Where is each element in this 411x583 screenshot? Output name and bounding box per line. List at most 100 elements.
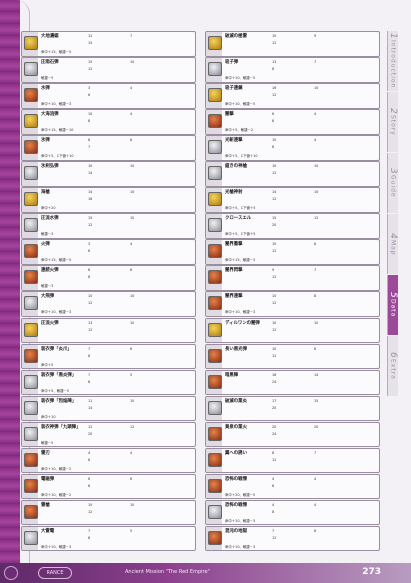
stat-value: 14 [88, 405, 93, 410]
item-card: 闇界閃撃 9 7 12 [205, 265, 380, 291]
item-card: 装衣神弾「九頭陣」 12 12 20 敏捷－5 [21, 421, 196, 448]
stat-value: 12 [272, 457, 277, 462]
stat-cost: 10 [272, 34, 277, 38]
item-name: 吸子弾 [225, 60, 239, 66]
item-card: 雷槍 10 10 12 [21, 499, 196, 526]
tab-extra[interactable]: 6 Extra [387, 336, 398, 396]
item-card: ディルワンの闇弾 10 10 12 [205, 317, 380, 344]
item-card: 雷刃 4 4 6 命中＋10、敏捷－2 [21, 447, 196, 474]
item-card: 恐怖の戦慄 4 4 8 命中＋20、敏捷－5 [205, 473, 380, 500]
item-card: 光槍神射 14 10 12 命中＋5、C下値＋5 [205, 187, 380, 213]
stat-cost: 11 [88, 398, 93, 403]
item-card: 吸子弾 13 7 8 命中＋10、敏捷－5 [205, 57, 380, 83]
item-name: 大雷電 [41, 528, 55, 534]
skill-icon [208, 452, 222, 467]
item-card: 圧雨石弾 15 10 12 敏捷－5 [21, 57, 196, 83]
stat-power: 12 [314, 216, 319, 221]
left-column: 大地濃鋸 12 7 15 命中＋15、敏捷－5 圧雨石弾 15 10 12 敏捷－5 水弾 3 4 6 命中… [21, 31, 196, 552]
skill-icon [208, 62, 222, 77]
item-name: 光斬連撃 [225, 138, 243, 144]
item-card: クロースエル 15 12 20 命中＋5、C下値＋5 [205, 213, 380, 239]
stat-extra: 命中＋10、敏捷－2 [41, 492, 72, 497]
stat-extra: 命中＋5、C下値＋10 [225, 154, 258, 159]
skill-icon [208, 348, 222, 363]
tab-label: Extra [389, 358, 397, 380]
item-card: 火弾 3 4 6 命中＋15、敏捷－5 [21, 239, 196, 265]
tab-label: Story [389, 114, 397, 136]
stat-value: 12 [88, 301, 93, 306]
skill-icon [24, 348, 38, 363]
stat-value: 12 [88, 223, 93, 228]
stat-power: 7 [314, 450, 317, 455]
stat-cost: 10 [272, 138, 277, 143]
item-name: クロースエル [225, 216, 252, 222]
item-card: 長い黒光弾 10 8 12 [205, 343, 380, 370]
item-name: 海槍 [41, 190, 50, 196]
stat-extra: 命中＋15、敏捷－5 [41, 50, 72, 54]
tab-number: 3 [388, 168, 398, 176]
tab-introduction[interactable]: 1 Introduction [387, 31, 398, 91]
item-name: 雷刃 [41, 450, 50, 456]
stat-cost: 20 [272, 424, 277, 429]
skill-icon [208, 374, 222, 389]
item-name: 長い黒光弾 [225, 346, 247, 352]
stat-cost: 15 [88, 216, 93, 221]
stat-power: 12 [130, 424, 135, 429]
item-card: 翼への誘い 8 7 12 [205, 447, 380, 474]
stat-value: 8 [88, 119, 91, 124]
item-card: 吸子連鎖 16 10 12 命中＋10、敏捷－5 [205, 83, 380, 109]
item-name: 闇界重撃 [225, 242, 243, 248]
stat-extra: 命中＋10、敏捷－5 [225, 76, 256, 81]
stat-value: 12 [272, 327, 277, 332]
item-name: ディルワンの闇弾 [225, 320, 260, 326]
skill-icon [24, 504, 38, 519]
item-name: 闇撃 [225, 112, 234, 118]
stat-cost: 7 [88, 372, 91, 377]
stat-power: 20 [314, 424, 319, 429]
stat-cost: 7 [272, 528, 275, 533]
stat-value: 12 [272, 535, 277, 540]
stat-value: 12 [272, 249, 277, 254]
stat-extra: 命中＋10、敏捷－3 [225, 310, 256, 315]
item-name: 装衣弾「炎爪」 [41, 346, 72, 352]
item-card: 闇撃 6 4 8 命中＋5、敏捷－2 [205, 109, 380, 135]
item-name: 圧流水弾 [41, 216, 59, 222]
stat-power: 7 [314, 60, 317, 65]
item-name: 大地濃鋸 [41, 34, 59, 39]
stat-extra: 命中＋5、C下値＋5 [225, 206, 256, 211]
stat-value: 12 [272, 275, 277, 280]
stat-cost: 4 [88, 450, 91, 455]
stat-power: 8 [314, 528, 317, 533]
stat-value: 20 [88, 431, 93, 436]
tab-label: Guide [389, 175, 397, 198]
skill-icon [208, 244, 222, 259]
stat-extra: 敏捷－3 [41, 284, 54, 289]
stat-extra: 命中＋10、敏捷－3 [225, 518, 256, 523]
tab-guide[interactable]: 3 Guide [387, 153, 398, 213]
item-card: 鎧きの神槍 10 10 12 [205, 161, 380, 187]
skill-icon [24, 374, 38, 389]
stat-value: 12 [272, 171, 277, 176]
stat-power: 10 [130, 294, 135, 299]
stat-extra: 命中＋10、敏捷－5 [225, 102, 256, 107]
stat-value: 24 [272, 379, 277, 384]
stat-power: 5 [130, 372, 133, 377]
page-footer: RANCE Ancient Mission "The Red Empire" 2… [0, 563, 411, 583]
item-card: 大地濃鋸 12 7 15 命中＋15、敏捷－5 [21, 31, 196, 57]
skill-icon [208, 504, 222, 519]
page: 大地濃鋸 12 7 15 命中＋15、敏捷－5 圧雨石弾 15 10 12 敏捷－5 水弾 3 4 6 命中… [0, 0, 411, 583]
skill-icon [208, 478, 222, 493]
tab-story[interactable]: 2 Story [387, 92, 398, 152]
skill-icon [208, 88, 222, 103]
tab-data[interactable]: 5 Data [387, 275, 398, 335]
stat-power: 8 [314, 346, 317, 351]
item-card: 装衣弾「烈焔陣」 11 10 14 命中＋10 [21, 395, 196, 422]
item-name: 闇界連撃 [225, 294, 243, 300]
item-name: 大海流弾 [41, 112, 59, 118]
stat-extra: 命中＋15、敏捷－3 [225, 258, 256, 263]
tab-map[interactable]: 4 Map [387, 214, 398, 274]
stat-cost: 12 [88, 34, 93, 38]
item-card: 連続火弾 6 6 8 敏捷－3 [21, 265, 196, 291]
stat-power: 5 [130, 528, 133, 533]
stat-extra: 命中＋5、C下値＋10 [41, 154, 74, 159]
